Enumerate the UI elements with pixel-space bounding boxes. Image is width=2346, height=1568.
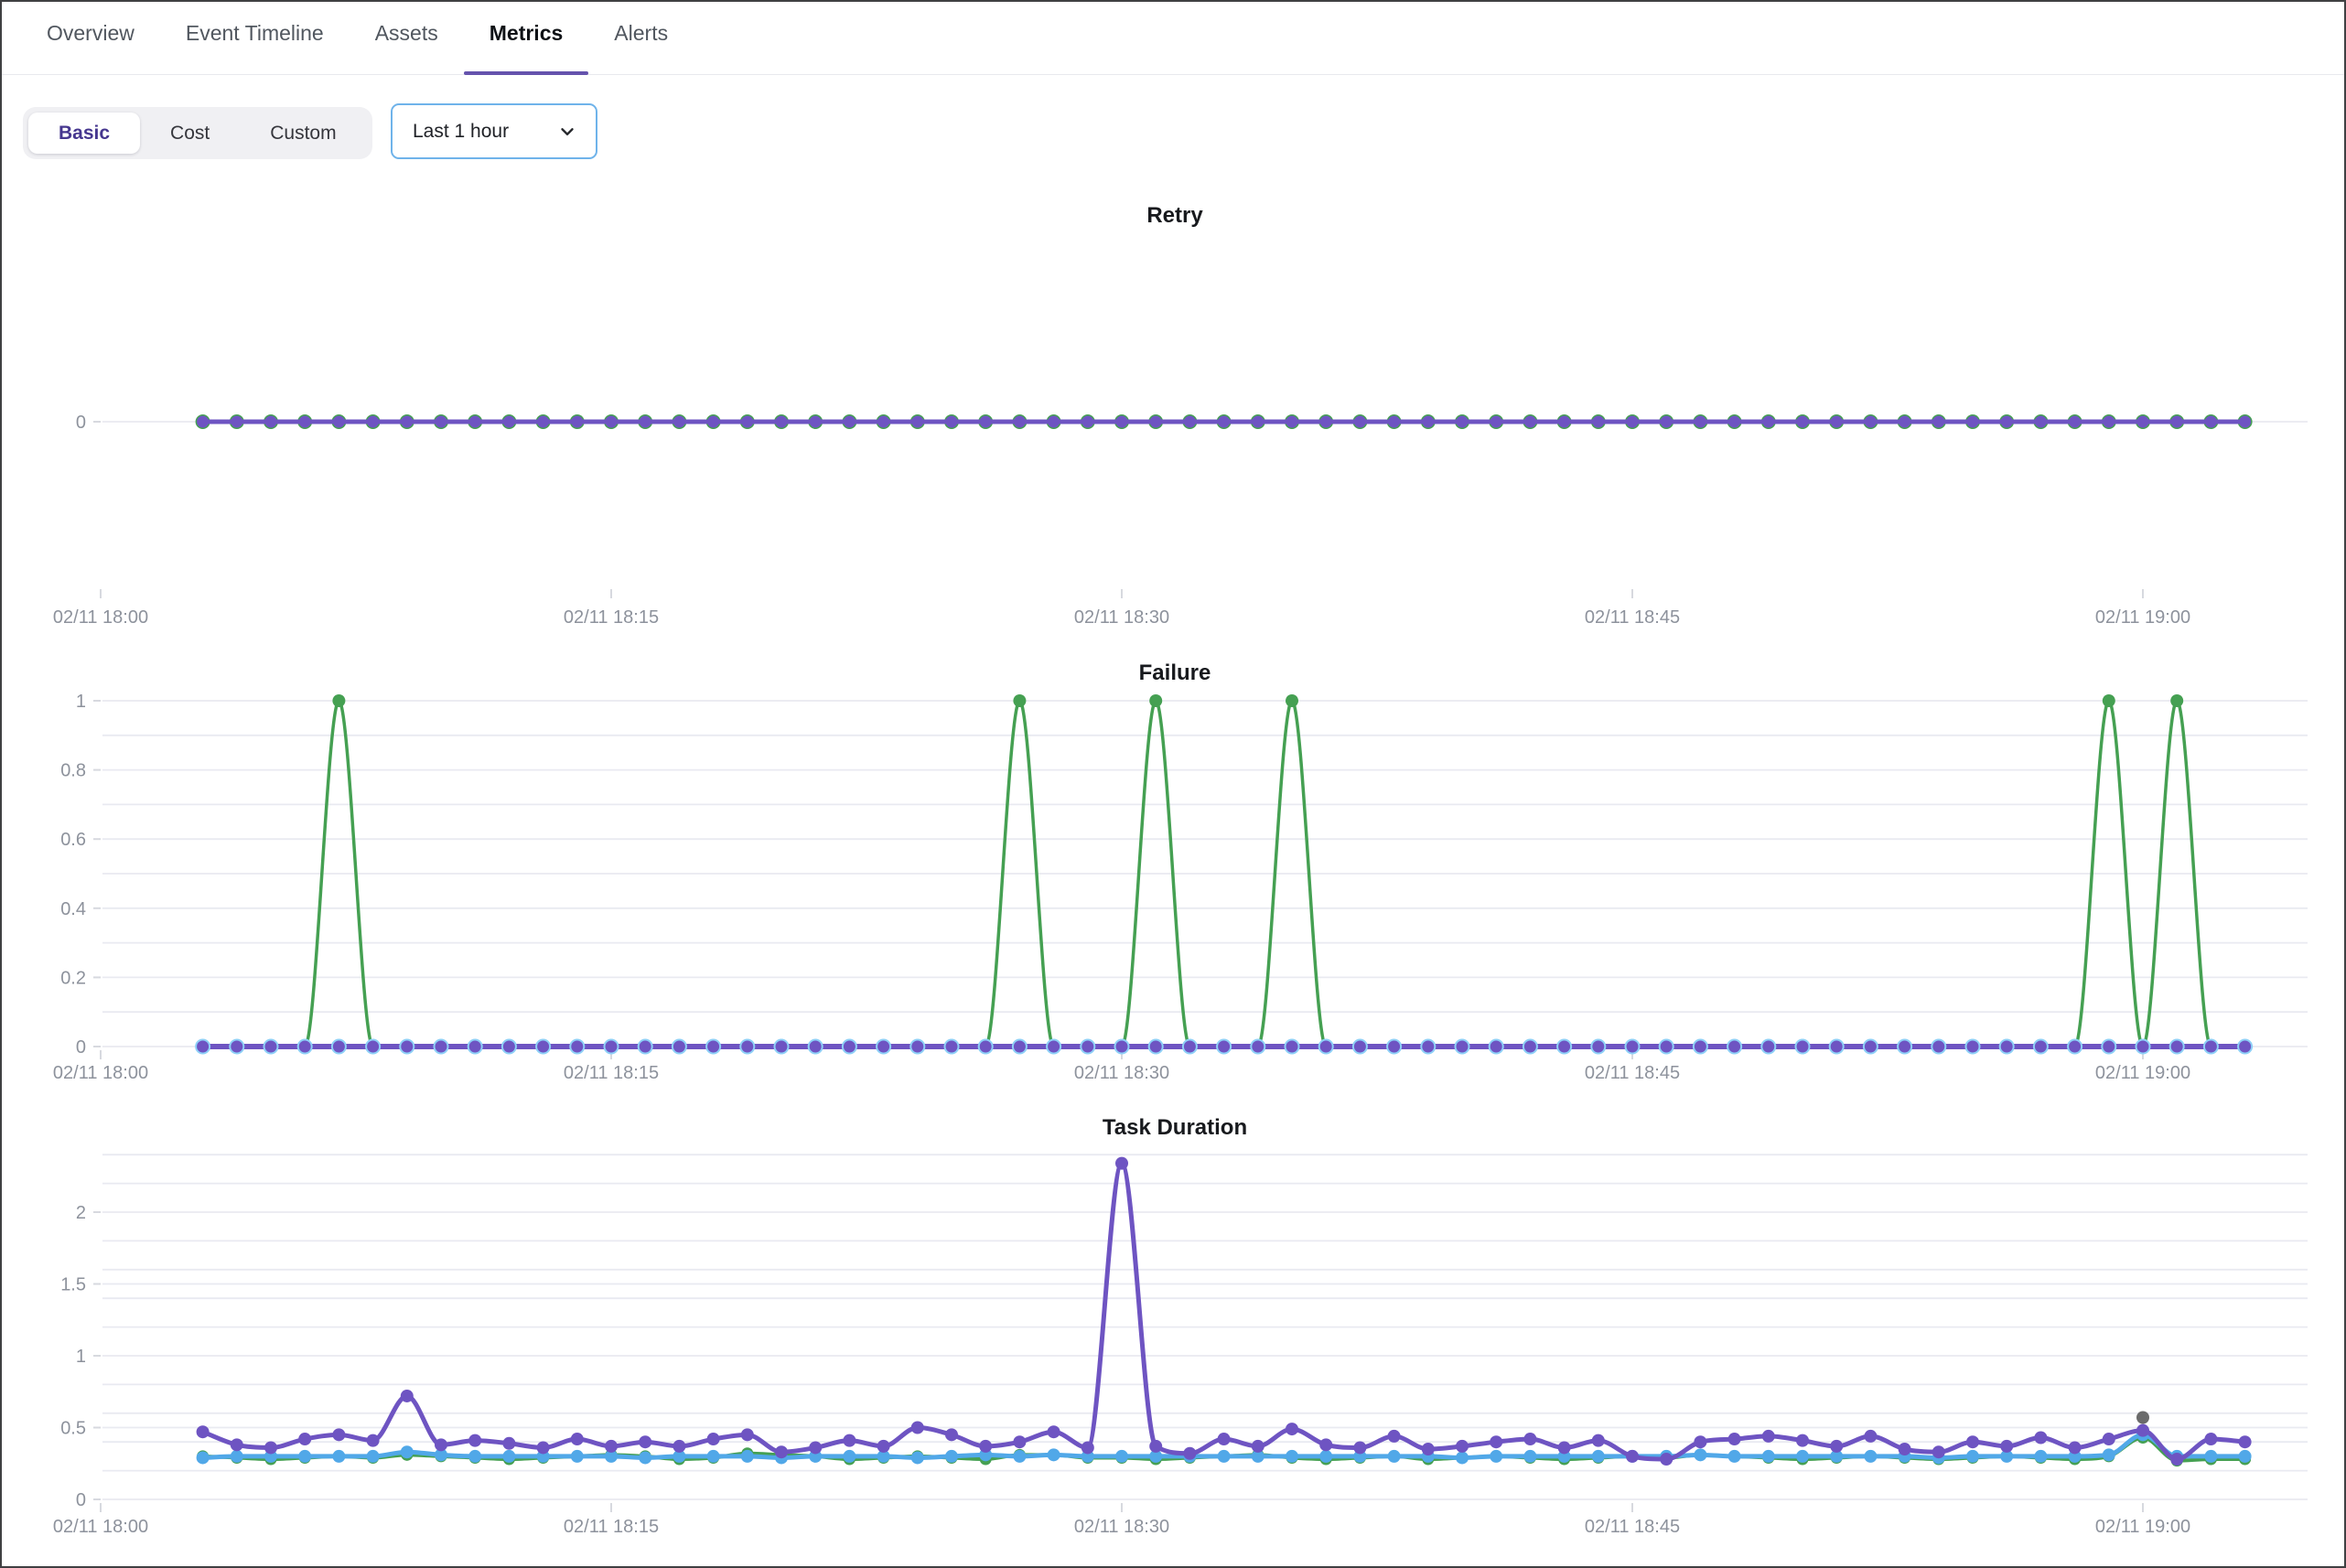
tab-metrics[interactable]: Metrics bbox=[464, 2, 589, 74]
svg-text:02/11 19:00: 02/11 19:00 bbox=[2095, 1063, 2190, 1083]
tab-label: Alerts bbox=[614, 21, 668, 46]
svg-text:02/11 18:15: 02/11 18:15 bbox=[564, 1063, 659, 1083]
svg-text:02/11 18:45: 02/11 18:45 bbox=[1585, 1517, 1680, 1537]
svg-text:0.8: 0.8 bbox=[60, 761, 86, 781]
retry-chart: Retry 002/11 18:0002/11 18:1502/11 18:30… bbox=[2, 176, 2346, 642]
task-duration-chart-canvas[interactable]: 0 0.5 1 1.5 2 02/11 18:00 02/11 18:15 02/11 18:… bbox=[2, 1100, 2346, 1568]
svg-text:0.2: 0.2 bbox=[60, 968, 86, 988]
svg-text:02/11 18:45: 02/11 18:45 bbox=[1585, 607, 1680, 628]
segment-label: Basic bbox=[59, 123, 110, 145]
tab-bar: Overview Event Timeline Assets Metrics A… bbox=[2, 2, 2344, 75]
time-range-select[interactable]: Last 1 hour bbox=[391, 103, 597, 159]
svg-text:0: 0 bbox=[76, 1490, 86, 1510]
segment-basic[interactable]: Basic bbox=[28, 113, 140, 154]
svg-text:1: 1 bbox=[76, 692, 86, 712]
segment-custom[interactable]: Custom bbox=[240, 113, 366, 154]
svg-text:02/11 18:30: 02/11 18:30 bbox=[1074, 1517, 1169, 1537]
failure-chart: Failure 00.20.40.60.8102/11 18:0002/11 1… bbox=[2, 642, 2346, 1100]
segment-cost[interactable]: Cost bbox=[140, 113, 240, 154]
tab-label: Event Timeline bbox=[186, 21, 324, 46]
svg-text:0: 0 bbox=[76, 413, 86, 433]
tab-alerts[interactable]: Alerts bbox=[588, 2, 694, 74]
svg-text:0.5: 0.5 bbox=[60, 1419, 86, 1439]
svg-text:02/11 18:15: 02/11 18:15 bbox=[564, 1517, 659, 1537]
task-duration-chart: Task Duration 00.511.5202/11 18:0002/11 … bbox=[2, 1100, 2346, 1568]
svg-text:02/11 18:15: 02/11 18:15 bbox=[564, 607, 659, 628]
tab-event-timeline[interactable]: Event Timeline bbox=[160, 2, 350, 74]
chevron-down-icon bbox=[557, 122, 577, 142]
svg-text:02/11 19:00: 02/11 19:00 bbox=[2095, 607, 2190, 628]
tab-overview[interactable]: Overview bbox=[21, 2, 160, 74]
failure-chart-canvas[interactable]: 0 0.2 0.4 0.6 0.8 1 02/11 18:00 02/11 18:15 02/1… bbox=[2, 642, 2346, 1100]
segment-label: Custom bbox=[270, 123, 336, 145]
svg-text:1: 1 bbox=[76, 1347, 86, 1367]
svg-text:02/11 18:30: 02/11 18:30 bbox=[1074, 1063, 1169, 1083]
svg-text:02/11 19:00: 02/11 19:00 bbox=[2095, 1517, 2190, 1537]
tab-label: Assets bbox=[375, 21, 438, 46]
svg-text:1.5: 1.5 bbox=[60, 1275, 86, 1295]
time-range-value: Last 1 hour bbox=[413, 121, 509, 143]
retry-chart-canvas[interactable]: 0 02/11 18:00 02/11 18:15 02/11 18:30 02/11 … bbox=[2, 176, 2346, 642]
tab-label: Metrics bbox=[490, 21, 564, 46]
svg-text:0.6: 0.6 bbox=[60, 830, 86, 850]
svg-text:02/11 18:00: 02/11 18:00 bbox=[53, 1063, 148, 1083]
svg-text:0.4: 0.4 bbox=[60, 899, 86, 919]
metrics-dashboard-window: Overview Event Timeline Assets Metrics A… bbox=[0, 0, 2346, 1568]
svg-text:2: 2 bbox=[76, 1203, 86, 1223]
svg-text:02/11 18:00: 02/11 18:00 bbox=[53, 607, 148, 628]
svg-text:02/11 18:45: 02/11 18:45 bbox=[1585, 1063, 1680, 1083]
metric-view-segmented-control: Basic Cost Custom bbox=[23, 107, 372, 159]
tab-assets[interactable]: Assets bbox=[350, 2, 464, 74]
svg-text:02/11 18:30: 02/11 18:30 bbox=[1074, 607, 1169, 628]
segment-label: Cost bbox=[170, 123, 210, 145]
tab-label: Overview bbox=[47, 21, 135, 46]
svg-text:0: 0 bbox=[76, 1037, 86, 1058]
svg-text:02/11 18:00: 02/11 18:00 bbox=[53, 1517, 148, 1537]
